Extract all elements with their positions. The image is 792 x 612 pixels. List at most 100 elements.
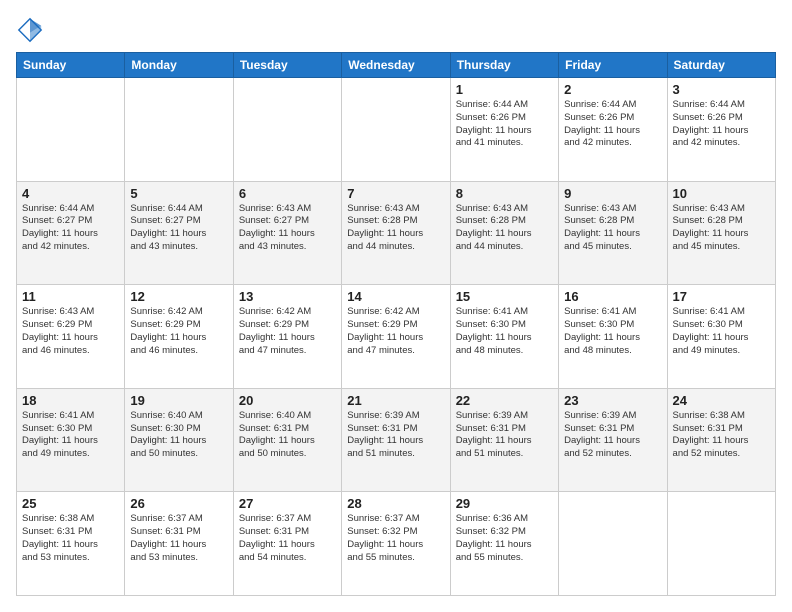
day-info: Sunrise: 6:42 AM Sunset: 6:29 PM Dayligh… — [347, 306, 444, 357]
day-number: 9 — [564, 186, 661, 201]
day-info: Sunrise: 6:38 AM Sunset: 6:31 PM Dayligh… — [22, 513, 119, 564]
day-info: Sunrise: 6:39 AM Sunset: 6:31 PM Dayligh… — [564, 410, 661, 461]
day-number: 13 — [239, 289, 336, 304]
day-info: Sunrise: 6:42 AM Sunset: 6:29 PM Dayligh… — [130, 306, 227, 357]
calendar-cell: 1 Sunrise: 6:44 AM Sunset: 6:26 PM Daylig… — [450, 78, 558, 182]
calendar-cell: 14 Sunrise: 6:42 AM Sunset: 6:29 PM Dayli… — [342, 285, 450, 389]
calendar-cell: 12 Sunrise: 6:42 AM Sunset: 6:29 PM Dayli… — [125, 285, 233, 389]
calendar-week-4: 18 Sunrise: 6:41 AM Sunset: 6:30 PM Dayli… — [17, 388, 776, 492]
calendar-cell: 15 Sunrise: 6:41 AM Sunset: 6:30 PM Dayli… — [450, 285, 558, 389]
calendar-cell: 3 Sunrise: 6:44 AM Sunset: 6:26 PM Daylig… — [667, 78, 775, 182]
day-info: Sunrise: 6:37 AM Sunset: 6:32 PM Dayligh… — [347, 513, 444, 564]
calendar-table: SundayMondayTuesdayWednesdayThursdayFrid… — [16, 52, 776, 596]
day-info: Sunrise: 6:44 AM Sunset: 6:26 PM Dayligh… — [673, 99, 770, 150]
day-info: Sunrise: 6:39 AM Sunset: 6:31 PM Dayligh… — [456, 410, 553, 461]
day-number: 29 — [456, 496, 553, 511]
calendar-week-1: 1 Sunrise: 6:44 AM Sunset: 6:26 PM Daylig… — [17, 78, 776, 182]
day-info: Sunrise: 6:43 AM Sunset: 6:29 PM Dayligh… — [22, 306, 119, 357]
calendar-cell: 22 Sunrise: 6:39 AM Sunset: 6:31 PM Dayli… — [450, 388, 558, 492]
day-number: 19 — [130, 393, 227, 408]
day-number: 10 — [673, 186, 770, 201]
calendar-cell: 10 Sunrise: 6:43 AM Sunset: 6:28 PM Dayli… — [667, 181, 775, 285]
day-number: 27 — [239, 496, 336, 511]
calendar-cell: 13 Sunrise: 6:42 AM Sunset: 6:29 PM Dayli… — [233, 285, 341, 389]
calendar-week-3: 11 Sunrise: 6:43 AM Sunset: 6:29 PM Dayli… — [17, 285, 776, 389]
day-number: 1 — [456, 82, 553, 97]
calendar-cell: 28Sunrise: 6:37 AM Sunset: 6:32 PM Dayli… — [342, 492, 450, 596]
day-info: Sunrise: 6:36 AM Sunset: 6:32 PM Dayligh… — [456, 513, 553, 564]
day-info: Sunrise: 6:43 AM Sunset: 6:28 PM Dayligh… — [456, 203, 553, 254]
calendar-cell — [233, 78, 341, 182]
weekday-header-row: SundayMondayTuesdayWednesdayThursdayFrid… — [17, 53, 776, 78]
calendar-cell: 25 Sunrise: 6:38 AM Sunset: 6:31 PM Dayli… — [17, 492, 125, 596]
day-number: 18 — [22, 393, 119, 408]
day-info: Sunrise: 6:43 AM Sunset: 6:28 PM Dayligh… — [564, 203, 661, 254]
day-info: Sunrise: 6:38 AM Sunset: 6:31 PM Dayligh… — [673, 410, 770, 461]
logo-icon — [16, 16, 44, 44]
day-number: 22 — [456, 393, 553, 408]
calendar-cell — [559, 492, 667, 596]
calendar-cell: 4Sunrise: 6:44 AM Sunset: 6:27 PM Daylig… — [17, 181, 125, 285]
calendar-cell: 6 Sunrise: 6:43 AM Sunset: 6:27 PM Daylig… — [233, 181, 341, 285]
day-number: 12 — [130, 289, 227, 304]
day-number: 17 — [673, 289, 770, 304]
day-info: Sunrise: 6:41 AM Sunset: 6:30 PM Dayligh… — [22, 410, 119, 461]
day-number: 3 — [673, 82, 770, 97]
day-info: Sunrise: 6:41 AM Sunset: 6:30 PM Dayligh… — [564, 306, 661, 357]
calendar-cell: 19 Sunrise: 6:40 AM Sunset: 6:30 PM Dayli… — [125, 388, 233, 492]
day-info: Sunrise: 6:44 AM Sunset: 6:27 PM Dayligh… — [130, 203, 227, 254]
weekday-wednesday: Wednesday — [342, 53, 450, 78]
day-number: 6 — [239, 186, 336, 201]
day-info: Sunrise: 6:41 AM Sunset: 6:30 PM Dayligh… — [456, 306, 553, 357]
calendar-week-2: 4Sunrise: 6:44 AM Sunset: 6:27 PM Daylig… — [17, 181, 776, 285]
day-info: Sunrise: 6:42 AM Sunset: 6:29 PM Dayligh… — [239, 306, 336, 357]
day-number: 16 — [564, 289, 661, 304]
day-info: Sunrise: 6:37 AM Sunset: 6:31 PM Dayligh… — [130, 513, 227, 564]
logo — [16, 16, 48, 44]
calendar-cell: 17 Sunrise: 6:41 AM Sunset: 6:30 PM Dayli… — [667, 285, 775, 389]
day-number: 26 — [130, 496, 227, 511]
day-info: Sunrise: 6:39 AM Sunset: 6:31 PM Dayligh… — [347, 410, 444, 461]
calendar-cell: 16 Sunrise: 6:41 AM Sunset: 6:30 PM Dayli… — [559, 285, 667, 389]
day-info: Sunrise: 6:41 AM Sunset: 6:30 PM Dayligh… — [673, 306, 770, 357]
calendar-cell: 26 Sunrise: 6:37 AM Sunset: 6:31 PM Dayli… — [125, 492, 233, 596]
weekday-monday: Monday — [125, 53, 233, 78]
day-info: Sunrise: 6:43 AM Sunset: 6:28 PM Dayligh… — [347, 203, 444, 254]
day-info: Sunrise: 6:44 AM Sunset: 6:27 PM Dayligh… — [22, 203, 119, 254]
calendar-cell: 24 Sunrise: 6:38 AM Sunset: 6:31 PM Dayli… — [667, 388, 775, 492]
calendar-cell: 29 Sunrise: 6:36 AM Sunset: 6:32 PM Dayli… — [450, 492, 558, 596]
calendar-cell: 2Sunrise: 6:44 AM Sunset: 6:26 PM Daylig… — [559, 78, 667, 182]
day-info: Sunrise: 6:40 AM Sunset: 6:31 PM Dayligh… — [239, 410, 336, 461]
day-number: 21 — [347, 393, 444, 408]
weekday-thursday: Thursday — [450, 53, 558, 78]
header — [16, 16, 776, 44]
day-number: 15 — [456, 289, 553, 304]
day-info: Sunrise: 6:44 AM Sunset: 6:26 PM Dayligh… — [456, 99, 553, 150]
weekday-saturday: Saturday — [667, 53, 775, 78]
calendar-cell: 7Sunrise: 6:43 AM Sunset: 6:28 PM Daylig… — [342, 181, 450, 285]
calendar-cell — [125, 78, 233, 182]
calendar-cell: 20Sunrise: 6:40 AM Sunset: 6:31 PM Dayli… — [233, 388, 341, 492]
calendar-cell: 8 Sunrise: 6:43 AM Sunset: 6:28 PM Daylig… — [450, 181, 558, 285]
day-info: Sunrise: 6:40 AM Sunset: 6:30 PM Dayligh… — [130, 410, 227, 461]
day-number: 11 — [22, 289, 119, 304]
calendar-cell: 9 Sunrise: 6:43 AM Sunset: 6:28 PM Daylig… — [559, 181, 667, 285]
calendar-cell: 11 Sunrise: 6:43 AM Sunset: 6:29 PM Dayli… — [17, 285, 125, 389]
calendar-cell: 5Sunrise: 6:44 AM Sunset: 6:27 PM Daylig… — [125, 181, 233, 285]
calendar-cell: 27Sunrise: 6:37 AM Sunset: 6:31 PM Dayli… — [233, 492, 341, 596]
calendar-cell: 18 Sunrise: 6:41 AM Sunset: 6:30 PM Dayli… — [17, 388, 125, 492]
day-number: 8 — [456, 186, 553, 201]
calendar-cell: 23Sunrise: 6:39 AM Sunset: 6:31 PM Dayli… — [559, 388, 667, 492]
weekday-tuesday: Tuesday — [233, 53, 341, 78]
day-number: 24 — [673, 393, 770, 408]
page: SundayMondayTuesdayWednesdayThursdayFrid… — [0, 0, 792, 612]
day-info: Sunrise: 6:44 AM Sunset: 6:26 PM Dayligh… — [564, 99, 661, 150]
calendar-week-5: 25 Sunrise: 6:38 AM Sunset: 6:31 PM Dayli… — [17, 492, 776, 596]
day-info: Sunrise: 6:43 AM Sunset: 6:27 PM Dayligh… — [239, 203, 336, 254]
day-number: 25 — [22, 496, 119, 511]
calendar-cell — [342, 78, 450, 182]
calendar-cell: 21 Sunrise: 6:39 AM Sunset: 6:31 PM Dayli… — [342, 388, 450, 492]
weekday-sunday: Sunday — [17, 53, 125, 78]
day-info: Sunrise: 6:43 AM Sunset: 6:28 PM Dayligh… — [673, 203, 770, 254]
day-number: 14 — [347, 289, 444, 304]
